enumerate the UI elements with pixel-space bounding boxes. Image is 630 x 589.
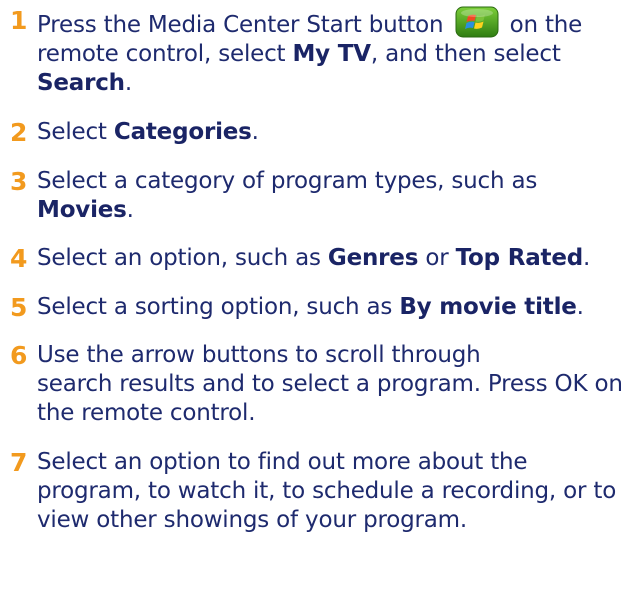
step-text: Select an option to find out more about … [37,449,617,533]
step-text: Press the Media Center Start button on t… [37,6,628,98]
step-7: 7 Select an option to find out more abou… [10,448,628,535]
step-text: Use the arrow buttons to scroll through s… [37,342,623,426]
step-text: Select a sorting option, such as By movi… [37,294,584,320]
step-number: 1 [10,6,28,35]
step-number: 6 [10,341,28,370]
step-4: 4 Select an option, such as Genres or To… [10,244,628,273]
step-number: 2 [10,118,28,147]
instruction-steps: 1 Press the Media Center Start button on… [10,6,628,535]
step-text: Select an option, such as Genres or Top … [37,245,591,271]
windows-start-button-icon [455,6,499,38]
step-number: 5 [10,293,28,322]
step-text: Select Categories. [37,119,259,145]
step-3: 3 Select a category of program types, su… [10,167,628,225]
step-1: 1 Press the Media Center Start button on… [10,6,628,98]
step-number: 3 [10,167,28,196]
step-number: 4 [10,244,28,273]
step-text: Select a category of program types, such… [37,168,538,223]
step-number: 7 [10,448,28,477]
step-5: 5 Select a sorting option, such as By mo… [10,293,628,322]
step-2: 2 Select Categories. [10,118,628,147]
step-6: 6 Use the arrow buttons to scroll throug… [10,341,628,428]
